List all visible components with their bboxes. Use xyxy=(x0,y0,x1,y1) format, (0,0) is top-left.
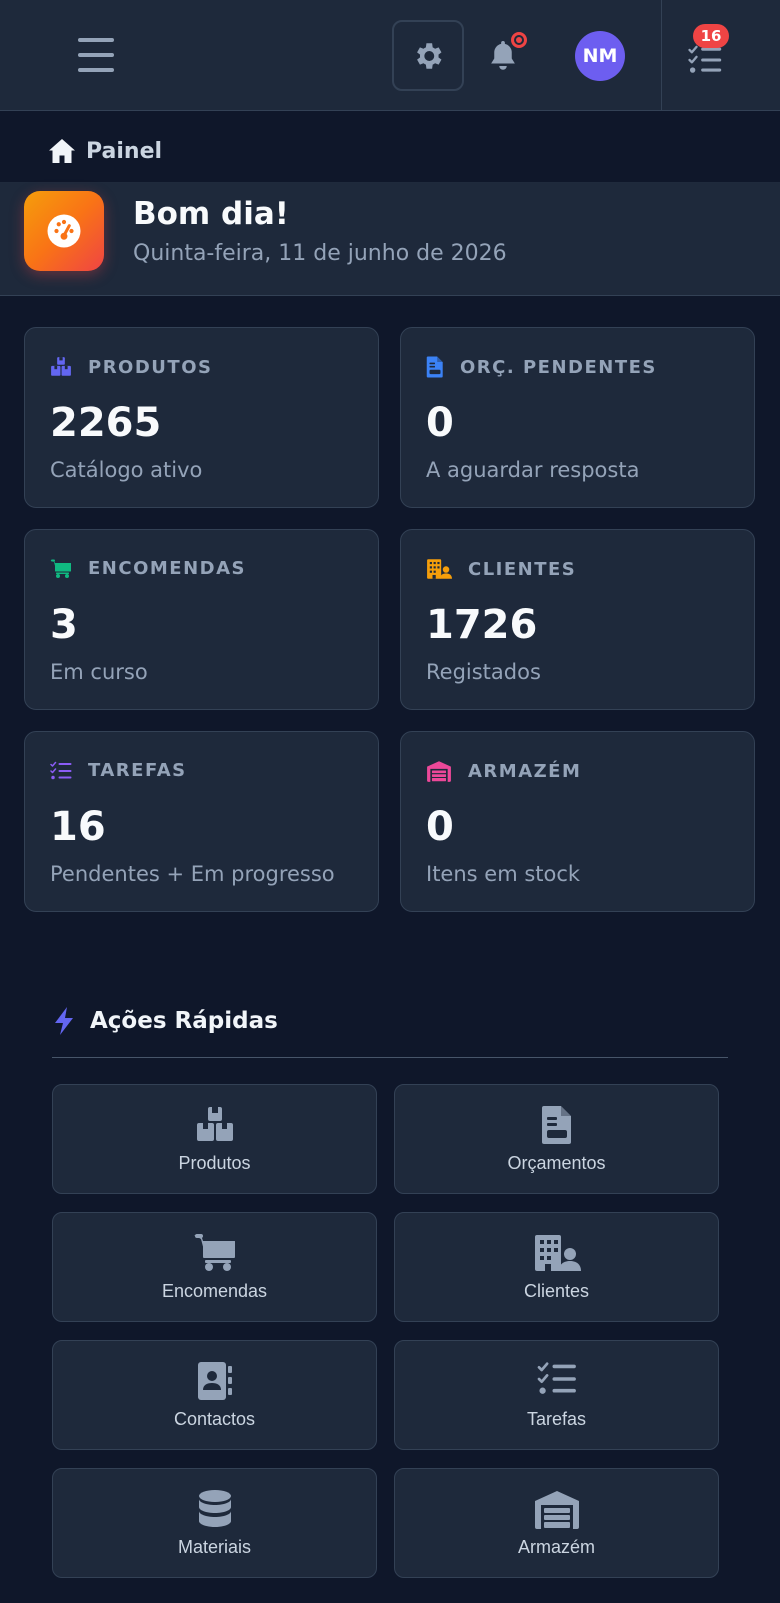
gear-icon xyxy=(417,42,442,69)
quick-action-contactos[interactable]: Contactos xyxy=(52,1340,377,1450)
quick-action-armazem[interactable]: Armazém xyxy=(394,1468,719,1578)
quick-action-label: Produtos xyxy=(178,1153,251,1173)
stat-label: TAREFAS xyxy=(88,760,187,781)
greeting-title: Bom dia! xyxy=(133,196,289,232)
boxes-icon xyxy=(50,356,72,378)
quick-action-label: Encomendas xyxy=(161,1281,268,1301)
database-icon xyxy=(197,1489,233,1529)
bolt-icon xyxy=(55,1007,73,1035)
stat-subtitle: Itens em stock xyxy=(426,862,581,886)
quick-actions-title: Ações Rápidas xyxy=(90,1008,278,1034)
breadcrumb-label: Painel xyxy=(86,138,163,164)
home-icon xyxy=(49,139,75,163)
stat-label: PRODUTOS xyxy=(88,356,213,378)
greeting-date: Quinta-feira, 11 de junho de 2026 xyxy=(133,241,507,266)
notification-indicator xyxy=(511,32,527,48)
stat-card-produtos[interactable]: PRODUTOS 2265 Catálogo ativo xyxy=(24,327,379,508)
building-user-icon xyxy=(426,558,452,580)
stat-value: 0 xyxy=(426,804,454,850)
avatar[interactable]: NM xyxy=(575,31,625,81)
stat-value: 16 xyxy=(50,804,106,850)
stat-card-armazem[interactable]: ARMAZÉM 0 Itens em stock xyxy=(400,731,755,912)
stat-label: ARMAZÉM xyxy=(468,760,582,782)
cart-icon xyxy=(193,1233,237,1273)
stat-value: 0 xyxy=(426,400,454,446)
quick-action-encomendas[interactable]: Encomendas xyxy=(52,1212,377,1322)
hamburger-icon[interactable] xyxy=(78,38,114,72)
stat-label: ORÇ. PENDENTES xyxy=(460,356,657,378)
quick-action-label: Materiais xyxy=(177,1537,252,1557)
header-divider xyxy=(661,0,662,111)
stat-card-encomendas[interactable]: ENCOMENDAS 3 Em curso xyxy=(24,529,379,710)
settings-button[interactable] xyxy=(392,20,464,91)
gauge-icon xyxy=(24,191,104,271)
quick-action-label: Tarefas xyxy=(526,1409,587,1429)
section-divider xyxy=(52,1057,728,1058)
address-book-icon xyxy=(197,1361,233,1401)
quick-action-materiais[interactable]: Materiais xyxy=(52,1468,377,1578)
task-list-icon xyxy=(50,761,72,781)
task-list-icon xyxy=(688,44,722,76)
stat-value: 2265 xyxy=(50,400,162,446)
quick-action-label: Armazém xyxy=(517,1537,595,1557)
quick-actions-header: Ações Rápidas xyxy=(52,1006,278,1036)
stat-subtitle: Em curso xyxy=(50,660,148,684)
breadcrumb[interactable]: Painel xyxy=(48,133,162,169)
stat-value: 1726 xyxy=(426,602,538,648)
stat-card-tarefas[interactable]: TAREFAS 16 Pendentes + Em progresso xyxy=(24,731,379,912)
notifications-button[interactable] xyxy=(488,32,527,74)
quick-action-tarefas[interactable]: Tarefas xyxy=(394,1340,719,1450)
cart-icon xyxy=(50,559,72,579)
stat-label: ENCOMENDAS xyxy=(88,558,246,579)
quick-action-label: Contactos xyxy=(173,1409,256,1429)
stat-subtitle: Catálogo ativo xyxy=(50,458,203,482)
stat-label: CLIENTES xyxy=(468,558,577,580)
quick-action-clientes[interactable]: Clientes xyxy=(394,1212,719,1322)
quick-action-label: Clientes xyxy=(523,1281,590,1301)
stat-value: 3 xyxy=(50,602,78,648)
document-icon xyxy=(426,356,444,378)
stat-subtitle: Registados xyxy=(426,660,541,684)
stat-card-clientes[interactable]: CLIENTES 1726 Registados xyxy=(400,529,755,710)
document-icon xyxy=(541,1105,573,1145)
quick-action-produtos[interactable]: Produtos xyxy=(52,1084,377,1194)
greeting-banner: Bom dia! Quinta-feira, 11 de junho de 20… xyxy=(0,182,780,296)
warehouse-icon xyxy=(426,760,452,782)
top-bar: NM 16 xyxy=(0,0,780,111)
stat-card-orcamentos-pendentes[interactable]: ORÇ. PENDENTES 0 A aguardar resposta xyxy=(400,327,755,508)
quick-action-orcamentos[interactable]: Orçamentos xyxy=(394,1084,719,1194)
task-list-icon xyxy=(537,1361,577,1397)
warehouse-icon xyxy=(533,1489,581,1529)
boxes-icon xyxy=(194,1105,236,1145)
building-user-icon xyxy=(533,1233,581,1273)
stat-subtitle: A aguardar resposta xyxy=(426,458,640,482)
tasks-count-badge: 16 xyxy=(693,24,729,48)
stat-subtitle: Pendentes + Em progresso xyxy=(50,862,335,886)
quick-action-label: Orçamentos xyxy=(507,1153,606,1173)
